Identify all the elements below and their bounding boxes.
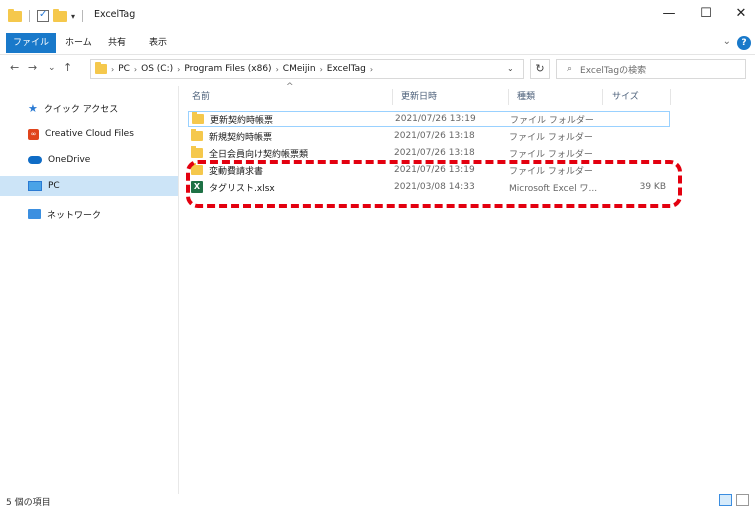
network-icon	[28, 209, 41, 219]
file-date: 2021/07/26 13:18	[394, 131, 475, 141]
column-header-name[interactable]: 名前	[192, 86, 210, 108]
column-divider[interactable]	[670, 89, 671, 105]
sidebar-item-label: PC	[48, 181, 60, 191]
forward-button[interactable]: →	[28, 61, 37, 74]
help-icon[interactable]: ?	[737, 36, 751, 50]
refresh-button[interactable]: ↻	[530, 59, 550, 79]
tab-file[interactable]: ファイル	[6, 33, 57, 53]
maximize-button[interactable]: ☐	[692, 6, 720, 21]
sidebar-item-label: ネットワーク	[47, 210, 102, 221]
cloud-icon	[28, 156, 42, 164]
address-row: ← → ⌄ ↑ › PC › OS (C:) › Program Files (…	[0, 56, 755, 82]
chevron-right-icon[interactable]: ›	[276, 65, 279, 74]
file-type: ファイル フォルダー	[509, 132, 593, 143]
breadcrumb-pc[interactable]: PC	[118, 64, 130, 74]
window-title: ExcelTag	[94, 9, 136, 20]
file-row[interactable]: 新規契約時帳票 2021/07/26 13:18 ファイル フォルダー	[188, 128, 670, 144]
view-switcher	[719, 494, 749, 506]
toolbar-divider	[29, 10, 30, 22]
pane-divider[interactable]	[178, 86, 179, 494]
sort-ascending-icon: ^	[286, 82, 294, 92]
folder-icon	[8, 8, 22, 22]
file-date: 2021/07/26 13:19	[395, 114, 476, 124]
creative-cloud-icon: ∞	[28, 128, 39, 140]
breadcrumb-os-c[interactable]: OS (C:)	[141, 64, 173, 74]
sidebar-item-onedrive[interactable]: OneDrive	[0, 150, 178, 170]
close-button[interactable]: ✕	[727, 6, 755, 21]
recent-locations-button[interactable]: ⌄	[48, 63, 56, 73]
title-bar: ▾ ExcelTag — ☐ ✕	[0, 0, 755, 32]
tab-share[interactable]: 共有	[101, 33, 133, 53]
address-bar[interactable]: › PC › OS (C:) › Program Files (x86) › C…	[90, 59, 524, 79]
file-row[interactable]: 全日会員向け契約帳票類 2021/07/26 13:18 ファイル フォルダー	[188, 145, 670, 161]
file-name: 全日会員向け契約帳票類	[209, 149, 309, 160]
quick-access-toolbar: ▾	[8, 8, 86, 22]
file-type: ファイル フォルダー	[510, 115, 594, 126]
folder-icon	[95, 62, 107, 74]
chevron-right-icon[interactable]: ›	[370, 65, 373, 74]
up-button[interactable]: ↑	[63, 61, 72, 74]
navigation-pane: ★ クイック アクセス ∞ Creative Cloud Files OneDr…	[0, 88, 178, 488]
annotation-highlight	[186, 160, 682, 208]
folder-icon	[192, 112, 204, 124]
pc-icon	[28, 181, 42, 191]
file-list: ^ 名前 更新日時 種類 サイズ 更新契約時帳票 2021/07/26 13:1…	[180, 82, 755, 494]
folder-icon	[191, 129, 203, 141]
back-button[interactable]: ←	[10, 61, 19, 74]
column-header-type[interactable]: 種類	[517, 86, 535, 108]
column-divider[interactable]	[508, 89, 509, 105]
column-divider[interactable]	[392, 89, 393, 105]
column-divider[interactable]	[602, 89, 603, 105]
tab-view[interactable]: 表示	[142, 33, 174, 53]
sidebar-item-label: OneDrive	[48, 155, 91, 165]
customize-toolbar-icon[interactable]: ▾	[71, 12, 75, 21]
sidebar-item-creative-cloud[interactable]: ∞ Creative Cloud Files	[0, 124, 178, 144]
star-icon: ★	[28, 101, 38, 115]
sidebar-item-pc[interactable]: PC	[0, 176, 178, 196]
file-row[interactable]: 更新契約時帳票 2021/07/26 13:19 ファイル フォルダー	[188, 111, 670, 127]
ribbon: ファイル ホーム 共有 表示 ⌄ ?	[0, 33, 755, 55]
search-placeholder: ExcelTagの検索	[580, 65, 647, 76]
tab-home[interactable]: ホーム	[58, 33, 99, 53]
file-name: 更新契約時帳票	[210, 115, 274, 126]
large-icons-view-button[interactable]	[736, 494, 749, 506]
file-name: 新規契約時帳票	[209, 132, 273, 143]
breadcrumb-cmeijin[interactable]: CMeijin	[283, 64, 316, 74]
file-date: 2021/07/26 13:18	[394, 148, 475, 158]
search-icon: ⌕	[567, 64, 573, 74]
chevron-right-icon[interactable]: ›	[177, 65, 180, 74]
details-view-button[interactable]	[719, 494, 732, 506]
chevron-right-icon[interactable]: ›	[134, 65, 137, 74]
expand-ribbon-icon[interactable]: ⌄	[723, 36, 731, 47]
item-count: 5 個の項目	[6, 498, 51, 508]
column-header-size[interactable]: サイズ	[612, 86, 639, 108]
sidebar-item-label: Creative Cloud Files	[45, 129, 134, 139]
folder-icon	[191, 146, 203, 158]
chevron-right-icon[interactable]: ›	[320, 65, 323, 74]
search-box[interactable]: ⌕ ExcelTagの検索	[556, 59, 746, 79]
sidebar-item-label: クイック アクセス	[43, 104, 119, 115]
breadcrumb-program-files[interactable]: Program Files (x86)	[184, 64, 271, 74]
breadcrumb-exceltag[interactable]: ExcelTag	[327, 64, 366, 74]
chevron-right-icon: ›	[111, 64, 115, 74]
new-folder-icon[interactable]	[53, 8, 67, 22]
column-header-date[interactable]: 更新日時	[401, 86, 437, 108]
properties-icon[interactable]	[37, 9, 49, 22]
sidebar-item-network[interactable]: ネットワーク	[0, 204, 178, 224]
minimize-button[interactable]: —	[655, 6, 683, 21]
toolbar-divider	[82, 10, 84, 22]
address-dropdown-icon[interactable]: ⌄	[507, 64, 514, 73]
file-type: ファイル フォルダー	[509, 149, 593, 160]
sidebar-item-quick-access[interactable]: ★ クイック アクセス	[0, 98, 178, 118]
